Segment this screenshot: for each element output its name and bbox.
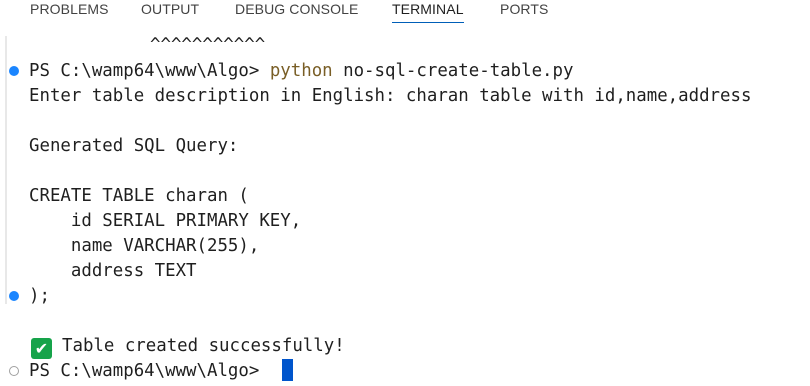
sql-line: CREATE TABLE charan (	[29, 186, 249, 206]
sql-line: );	[29, 286, 50, 306]
tab-problems[interactable]: PROBLEMS	[30, 0, 109, 22]
check-mark-icon: ✔	[31, 338, 52, 359]
tab-terminal[interactable]: TERMINAL	[392, 0, 464, 23]
terminal-cursor[interactable]	[282, 359, 293, 381]
terminal-scroll-gutter[interactable]	[5, 36, 7, 304]
generated-label: Generated SQL Query:	[29, 136, 239, 156]
prompt-text: PS C:\wamp64\www\Algo>	[29, 61, 270, 81]
command-line-1: PS C:\wamp64\www\Algo> python no-sql-cre…	[29, 60, 573, 85]
tab-output[interactable]: OUTPUT	[141, 0, 199, 22]
sql-line: name VARCHAR(255),	[29, 236, 260, 256]
success-text: Table created successfully!	[62, 336, 345, 356]
panel-tab-bar: PROBLEMS OUTPUT DEBUG CONSOLE TERMINAL P…	[0, 0, 810, 24]
terminal-panel: PROBLEMS OUTPUT DEBUG CONSOLE TERMINAL P…	[0, 0, 810, 386]
command-name: python	[269, 61, 333, 81]
tab-ports[interactable]: PORTS	[500, 0, 548, 22]
error-carets: ^^^^^^^^^^^	[150, 35, 266, 55]
tab-debug-console[interactable]: DEBUG CONSOLE	[235, 0, 358, 22]
command-args: no-sql-create-table.py	[332, 61, 574, 81]
command-success-decoration-icon[interactable]	[9, 66, 19, 76]
command-success-decoration-icon[interactable]	[9, 291, 19, 301]
sql-line: id SERIAL PRIMARY KEY,	[29, 211, 302, 231]
input-line: Enter table description in English: char…	[29, 86, 752, 106]
sql-line: address TEXT	[29, 261, 197, 281]
success-message: ✔ Table created successfully!	[31, 335, 345, 360]
command-pending-decoration-icon[interactable]	[9, 366, 19, 376]
command-line-2: PS C:\wamp64\www\Algo>	[29, 361, 270, 381]
